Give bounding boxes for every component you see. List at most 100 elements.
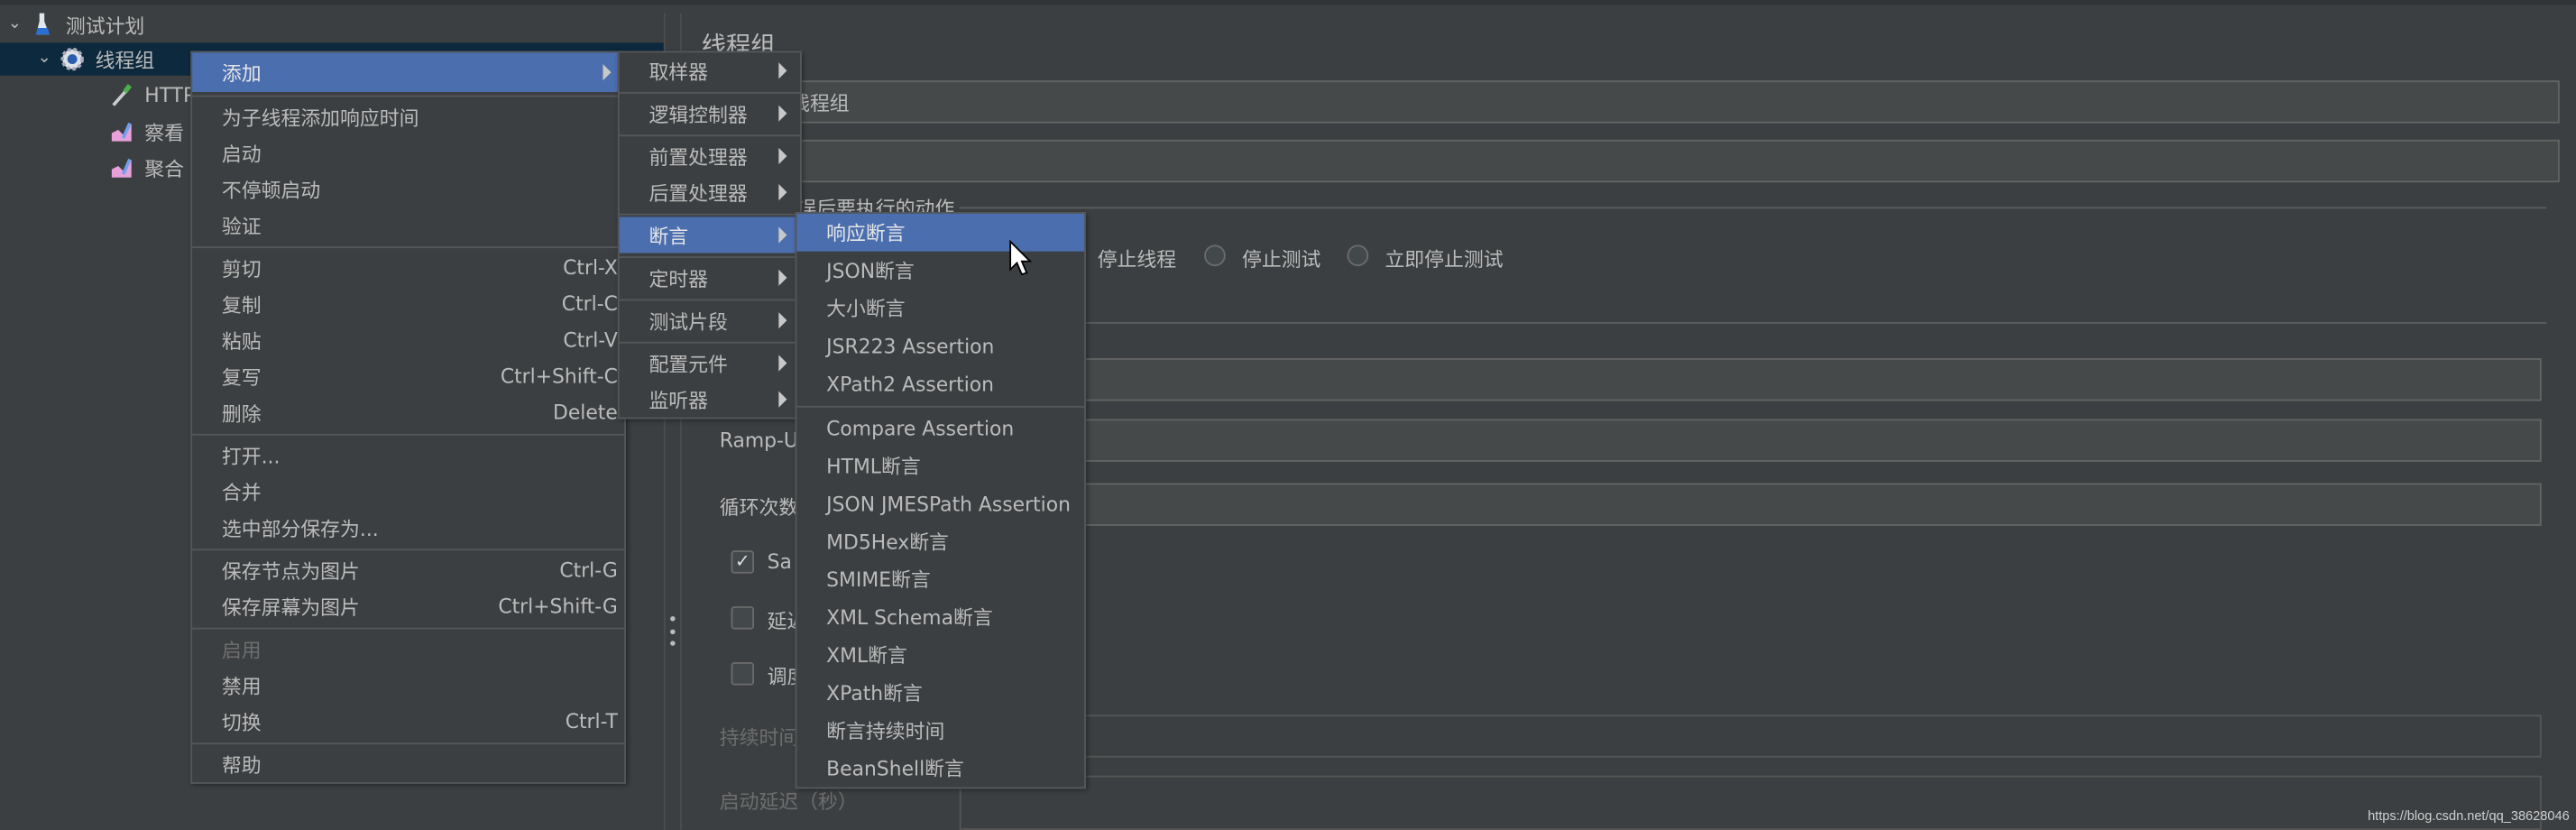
context-menu-item[interactable]: 保存屏幕为图片 Ctrl+Shift-G bbox=[192, 588, 624, 624]
assertion-submenu-item[interactable]: BeanShell断言 bbox=[796, 750, 1084, 788]
chevron-down-icon[interactable]: ⌄ bbox=[36, 51, 52, 67]
menu-item-shortcut: Ctrl+Shift-C bbox=[500, 364, 618, 388]
menu-item-label: 监听器 bbox=[649, 388, 709, 412]
context-menu-item[interactable]: 粘贴 Ctrl-V bbox=[192, 322, 624, 358]
submenu-arrow-icon bbox=[778, 355, 787, 372]
scheduler-checkbox[interactable] bbox=[731, 662, 755, 686]
assertion-submenu-item[interactable]: JSON断言 bbox=[796, 252, 1084, 290]
add-submenu-item[interactable]: 逻辑控制器 bbox=[620, 96, 800, 132]
context-menu-item[interactable]: 删除 Delete bbox=[192, 394, 624, 430]
duration-field[interactable] bbox=[985, 715, 2542, 758]
assertion-submenu-item[interactable]: XPath2 Assertion bbox=[796, 364, 1084, 402]
radio-stop-thread-label[interactable]: 停止线程 bbox=[1098, 244, 1176, 272]
ramp-up-field[interactable] bbox=[985, 419, 2542, 462]
context-menu-item[interactable]: 选中部分保存为... bbox=[192, 510, 624, 546]
tree-item-label: 聚合 bbox=[144, 156, 185, 180]
radio-stop-test-now-label[interactable]: 立即停止测试 bbox=[1385, 244, 1503, 272]
submenu-arrow-icon bbox=[778, 226, 787, 244]
menu-item-shortcut: Ctrl-C bbox=[561, 292, 618, 316]
tree-item-aggregate[interactable]: 聚合 bbox=[102, 152, 184, 184]
context-menu-item[interactable]: 为子线程添加响应时间 bbox=[192, 98, 624, 134]
tree-item-http[interactable]: HTTP bbox=[102, 78, 195, 111]
menu-item-label: 测试片段 bbox=[649, 309, 728, 333]
assertion-submenu: 响应断言 JSON断言 大小断言 JSR223 Assertion XPath2 Ass… bbox=[795, 211, 1086, 789]
startup-delay-field[interactable] bbox=[959, 775, 2542, 830]
assertion-submenu-item[interactable]: XPath断言 bbox=[796, 674, 1084, 712]
submenu-arrow-icon bbox=[778, 312, 787, 329]
context-menu-item[interactable]: 复制 Ctrl-C bbox=[192, 286, 624, 322]
comment-field[interactable] bbox=[689, 139, 2560, 183]
radio-stop-test-label[interactable]: 停止测试 bbox=[1242, 244, 1320, 272]
menu-item-shortcut: Ctrl-X bbox=[563, 256, 618, 280]
tree-item-test-plan[interactable]: ⌄ 测试计划 bbox=[6, 8, 144, 41]
context-menu-item[interactable]: 添加 bbox=[192, 52, 625, 92]
radio-stop-test-now[interactable] bbox=[1347, 244, 1369, 267]
jmeter-window: ⌄ 测试计划 ⌄ 线程组 HTTP 察看 聚合 线程组 线程组 错误后要执行的动… bbox=[0, 0, 2576, 830]
context-menu-item[interactable]: 打开... bbox=[192, 437, 624, 473]
split-pane-handle[interactable] bbox=[668, 616, 675, 646]
menu-item-label: 为子线程添加响应时间 bbox=[221, 106, 419, 129]
menu-separator bbox=[192, 246, 625, 249]
ramp-up-label: Ramp-U bbox=[719, 429, 798, 452]
context-menu-item[interactable]: 帮助 bbox=[192, 746, 624, 782]
assertion-submenu-item[interactable]: 大小断言 bbox=[796, 290, 1084, 327]
assertion-submenu-item[interactable]: XML断言 bbox=[796, 636, 1084, 674]
menu-item-label: JSR223 Assertion bbox=[826, 334, 995, 358]
add-submenu-item[interactable]: 后置处理器 bbox=[620, 174, 800, 210]
loop-count-field[interactable] bbox=[985, 483, 2542, 526]
menu-item-label: 保存节点为图片 bbox=[221, 559, 360, 583]
assertion-submenu-item[interactable]: Compare Assertion bbox=[796, 410, 1084, 447]
add-submenu-item[interactable]: 定时器 bbox=[620, 260, 800, 296]
submenu-arrow-icon bbox=[778, 183, 787, 201]
context-menu-item[interactable]: 启动 bbox=[192, 134, 624, 171]
context-menu-item[interactable]: 剪切 Ctrl-X bbox=[192, 250, 624, 286]
assertion-submenu-item[interactable]: XML Schema断言 bbox=[796, 598, 1084, 636]
assertion-submenu-item[interactable]: JSON JMESPath Assertion bbox=[796, 484, 1084, 522]
add-submenu-item[interactable]: 测试片段 bbox=[620, 302, 800, 338]
submenu-arrow-icon bbox=[778, 62, 787, 79]
tree-item-label: HTTP bbox=[144, 83, 196, 107]
context-menu-item[interactable]: 启用 bbox=[192, 631, 624, 667]
context-menu-item[interactable]: 合并 bbox=[192, 474, 624, 510]
menu-item-label: 后置处理器 bbox=[649, 181, 748, 205]
menu-separator bbox=[192, 95, 625, 97]
assertion-submenu-item[interactable]: JSR223 Assertion bbox=[796, 327, 1084, 364]
menu-separator bbox=[192, 627, 625, 630]
submenu-arrow-icon bbox=[778, 105, 787, 122]
assertion-submenu-item[interactable]: MD5Hex断言 bbox=[796, 522, 1084, 560]
add-submenu-item[interactable]: 取样器 bbox=[620, 52, 800, 88]
chevron-down-icon[interactable]: ⌄ bbox=[6, 15, 23, 32]
menu-item-label: Compare Assertion bbox=[826, 416, 1015, 440]
same-user-checkbox[interactable]: ✓ bbox=[731, 550, 755, 574]
context-menu-item[interactable]: 切换 Ctrl-T bbox=[192, 704, 624, 740]
startup-delay-label: 启动延迟（秒） bbox=[719, 790, 858, 814]
add-submenu-item[interactable]: 前置处理器 bbox=[620, 138, 800, 174]
assertion-submenu-item[interactable]: 响应断言 bbox=[796, 213, 1085, 252]
flask-icon bbox=[35, 13, 51, 35]
context-menu-item[interactable]: 保存节点为图片 Ctrl-G bbox=[192, 552, 624, 588]
name-field[interactable]: 线程组 bbox=[689, 80, 2560, 124]
assertion-submenu-item[interactable]: HTML断言 bbox=[796, 447, 1084, 484]
fieldset-border bbox=[689, 207, 2547, 209]
add-submenu-item[interactable]: 监听器 bbox=[620, 382, 800, 418]
submenu-arrow-icon bbox=[778, 269, 787, 286]
context-menu-item[interactable]: 复写 Ctrl+Shift-C bbox=[192, 358, 624, 394]
submenu-arrow-icon bbox=[603, 64, 612, 81]
threads-field[interactable] bbox=[985, 358, 2542, 401]
menu-item-label: 启动 bbox=[221, 142, 262, 166]
add-submenu-item[interactable]: 配置元件 bbox=[620, 345, 800, 381]
radio-stop-test[interactable] bbox=[1204, 244, 1226, 267]
menu-item-shortcut: Ctrl-V bbox=[563, 328, 618, 352]
context-menu-item[interactable]: 不停顿启动 bbox=[192, 171, 624, 207]
tree-item-view-results[interactable]: 察看 bbox=[102, 115, 184, 147]
delay-thread-creation-checkbox[interactable] bbox=[731, 606, 755, 630]
menu-item-label: XML断言 bbox=[826, 643, 907, 668]
assertion-submenu-item[interactable]: SMIME断言 bbox=[796, 560, 1084, 598]
context-menu-item[interactable]: 禁用 bbox=[192, 667, 624, 703]
top-border bbox=[0, 0, 2576, 5]
context-menu-item[interactable]: 验证 bbox=[192, 207, 624, 243]
context-menu: 添加为子线程添加响应时间 启动不停顿启动 验证剪切 Ctrl-X 复制 Ctrl-C 粘贴 C… bbox=[190, 51, 626, 784]
add-submenu-item[interactable]: 断言 bbox=[619, 217, 801, 254]
assertion-submenu-item[interactable]: 断言持续时间 bbox=[796, 712, 1084, 750]
menu-item-label: 添加 bbox=[221, 61, 262, 85]
